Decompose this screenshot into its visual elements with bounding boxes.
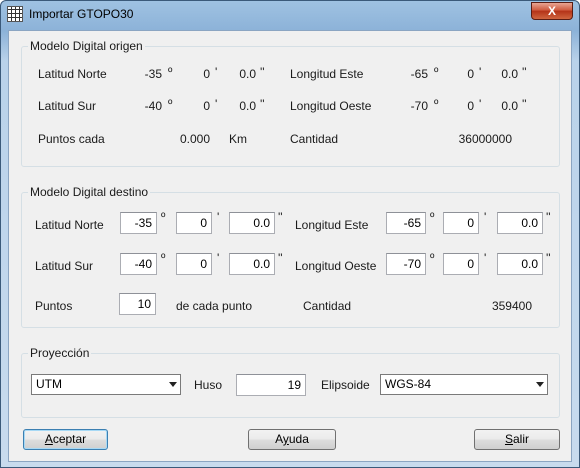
- projection-select[interactable]: UTM: [31, 374, 181, 395]
- origen-lon-este-sec: 0.0: [501, 67, 518, 81]
- proyeccion-group: Proyección UTM Huso 19 Elipsoide WGS-84: [21, 346, 560, 418]
- origen-lat-sur-sec-symbol: '': [260, 97, 265, 111]
- elipsoide-label: Elipsoide: [321, 378, 370, 392]
- origen-group: Modelo Digital origen Latitud Norte -35 …: [21, 39, 560, 167]
- origen-puntos-value: 0.000: [179, 132, 210, 146]
- origen-lat-sur-min: 0: [203, 99, 210, 113]
- destino-group: Modelo Digital destino Latitud Norte -35…: [21, 185, 560, 328]
- destino-lon-este-label: Longitud Este: [295, 218, 369, 232]
- chevron-down-icon: [536, 382, 544, 387]
- origen-lat-norte-sec: 0.0: [239, 67, 256, 81]
- destino-lat-norte-min-input[interactable]: 0: [176, 212, 212, 234]
- destino-cantidad-label: Cantidad: [303, 299, 352, 313]
- destino-lon-oeste-sec-input[interactable]: 0.0: [497, 253, 543, 275]
- destino-cantidad-value: 359400: [491, 299, 532, 313]
- destino-lon-oeste-deg-input[interactable]: -70: [386, 253, 426, 275]
- window-title: Importar GTOPO30: [29, 7, 134, 21]
- origen-lat-sur-label: Latitud Sur: [38, 99, 97, 113]
- origen-puntos-label: Puntos cada: [38, 132, 105, 146]
- origen-lon-este-sec-symbol: '': [522, 65, 527, 79]
- destino-lon-este-deg-symbol: º: [430, 210, 435, 224]
- origen-lat-norte-deg-symbol: º: [168, 65, 173, 79]
- origen-lon-oeste-deg-symbol: º: [434, 97, 439, 111]
- destino-lon-oeste-deg-symbol: º: [430, 251, 435, 265]
- projection-select-value: UTM: [36, 377, 62, 391]
- origen-lat-norte-sec-symbol: '': [260, 65, 265, 79]
- destino-lon-oeste-sec-symbol: '': [546, 251, 551, 265]
- huso-input[interactable]: 19: [236, 374, 306, 396]
- destino-lon-oeste-min-input[interactable]: 0: [443, 253, 479, 275]
- origen-lat-sur-min-symbol: ': [215, 97, 218, 111]
- huso-label: Huso: [194, 378, 223, 392]
- destino-lat-sur-sec-symbol: '': [278, 251, 283, 265]
- aceptar-button[interactable]: Aceptar: [23, 429, 108, 450]
- ayuda-button[interactable]: Ayuda: [248, 429, 336, 450]
- destino-lon-oeste-min-symbol: ': [484, 251, 487, 265]
- destino-puntos-suffix: de cada punto: [176, 299, 253, 313]
- origen-lon-oeste-min-symbol: ': [479, 97, 482, 111]
- grid-app-icon: [7, 6, 23, 22]
- elipsoide-select-value: WGS-84: [385, 377, 432, 391]
- destino-lat-sur-min-symbol: ': [217, 251, 220, 265]
- destino-lat-norte-min-symbol: ': [217, 210, 220, 224]
- origen-cantidad-label: Cantidad: [290, 132, 339, 146]
- origen-lat-norte-deg: -35: [144, 67, 162, 81]
- origen-lon-oeste-sec-symbol: '': [522, 97, 527, 111]
- destino-lat-sur-min-input[interactable]: 0: [176, 253, 212, 275]
- origen-lon-este-min: 0: [467, 67, 474, 81]
- origen-lat-sur-deg-symbol: º: [168, 97, 173, 111]
- origen-lat-norte-label: Latitud Norte: [38, 67, 107, 81]
- destino-lat-sur-sec-input[interactable]: 0.0: [229, 253, 275, 275]
- dialog-client-area: Modelo Digital origen Latitud Norte -35 …: [8, 30, 572, 462]
- destino-lon-este-min-symbol: ': [484, 210, 487, 224]
- destino-lat-norte-label: Latitud Norte: [35, 218, 104, 232]
- destino-lat-norte-deg-symbol: º: [161, 210, 166, 224]
- origen-lon-este-deg: -65: [410, 67, 428, 81]
- origen-cantidad-value: 36000000: [458, 132, 512, 146]
- destino-lon-oeste-label: Longitud Oeste: [295, 259, 377, 273]
- destino-group-title: Modelo Digital destino: [28, 185, 151, 199]
- destino-puntos-label: Puntos: [35, 299, 73, 313]
- destino-lon-este-deg-input[interactable]: -65: [386, 212, 426, 234]
- origen-lat-norte-min: 0: [203, 67, 210, 81]
- destino-lon-este-min-input[interactable]: 0: [443, 212, 479, 234]
- origen-group-title: Modelo Digital origen: [28, 39, 145, 53]
- origen-lon-este-min-symbol: ': [479, 65, 482, 79]
- destino-lat-sur-deg-input[interactable]: -40: [120, 253, 157, 275]
- dialog-window: Importar GTOPO30 X Modelo Digital origen…: [0, 0, 580, 468]
- destino-puntos-input[interactable]: 10: [119, 293, 156, 315]
- destino-lat-sur-deg-symbol: º: [161, 251, 166, 265]
- salir-button[interactable]: Salir: [474, 429, 560, 450]
- close-button[interactable]: X: [531, 2, 573, 20]
- destino-lat-norte-sec-symbol: '': [278, 210, 283, 224]
- origen-lat-sur-deg: -40: [144, 99, 162, 113]
- origen-lon-oeste-min: 0: [467, 99, 474, 113]
- proyeccion-group-title: Proyección: [28, 346, 92, 360]
- origen-puntos-unit: Km: [229, 132, 247, 146]
- origen-lon-oeste-sec: 0.0: [501, 99, 518, 113]
- destino-lon-este-sec-symbol: '': [546, 210, 551, 224]
- origen-lon-este-deg-symbol: º: [434, 65, 439, 79]
- origen-lon-este-label: Longitud Este: [290, 67, 364, 81]
- destino-lat-sur-label: Latitud Sur: [35, 259, 94, 273]
- origen-lat-sur-sec: 0.0: [239, 99, 256, 113]
- title-bar[interactable]: Importar GTOPO30 X: [1, 1, 579, 29]
- elipsoide-select[interactable]: WGS-84: [380, 374, 548, 395]
- origen-lon-oeste-deg: -70: [410, 99, 428, 113]
- destino-lat-norte-deg-input[interactable]: -35: [120, 212, 157, 234]
- destino-lon-este-sec-input[interactable]: 0.0: [497, 212, 543, 234]
- chevron-down-icon: [169, 382, 177, 387]
- origen-lon-oeste-label: Longitud Oeste: [290, 99, 372, 113]
- origen-lat-norte-min-symbol: ': [215, 65, 218, 79]
- destino-lat-norte-sec-input[interactable]: 0.0: [229, 212, 275, 234]
